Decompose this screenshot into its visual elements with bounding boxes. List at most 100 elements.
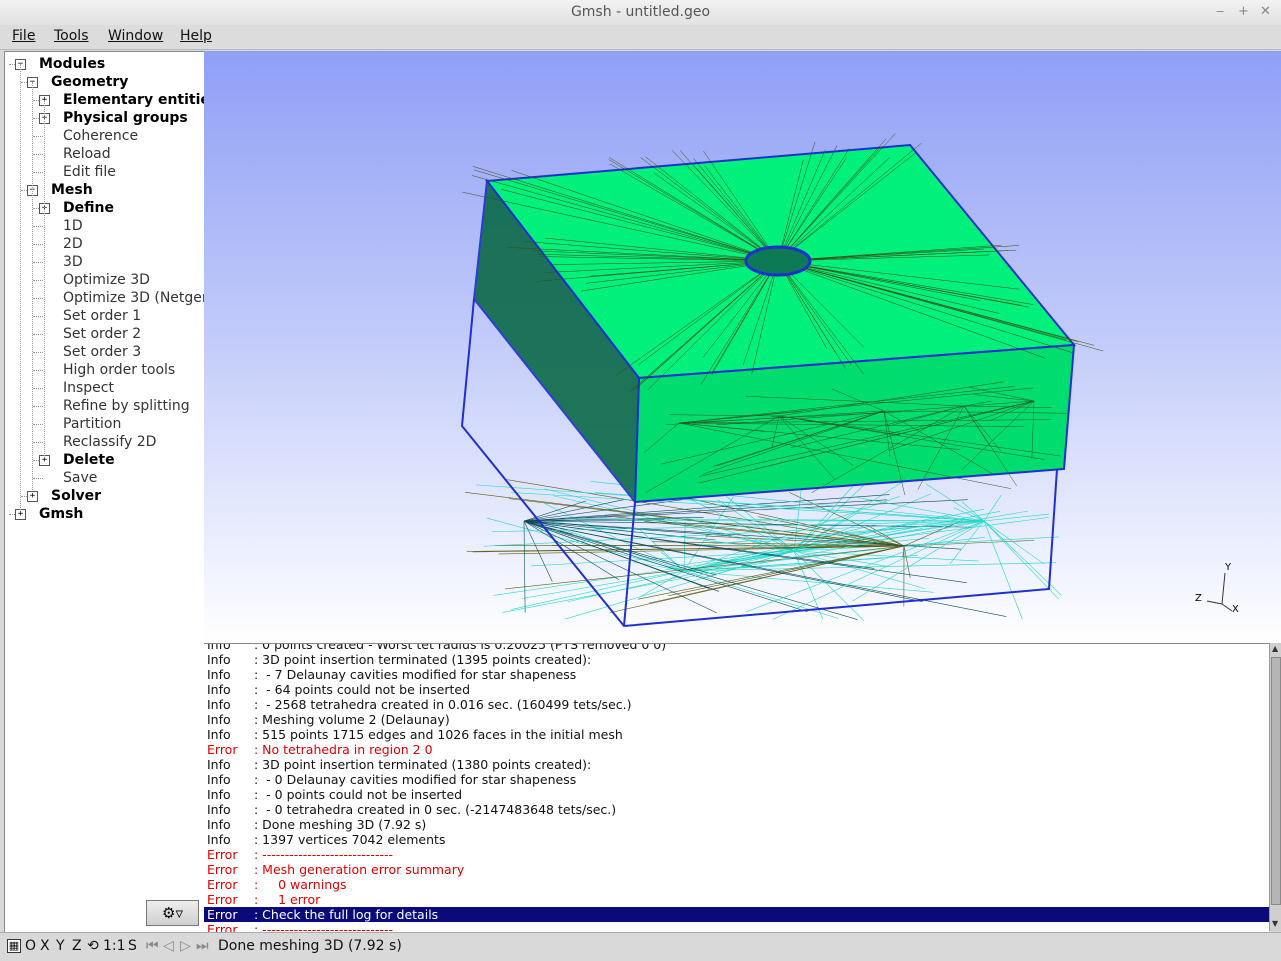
tree-item[interactable]: Refine by splitting [63, 397, 190, 415]
lower-mesh-line [524, 500, 968, 521]
log-line[interactable]: Info: Done meshing 3D (7.92 s) [204, 817, 1269, 832]
tree-item[interactable]: Set order 2 [63, 325, 141, 343]
log-type: Info [207, 802, 254, 817]
log-type: Info [207, 727, 254, 742]
view-y-button[interactable]: Y [56, 938, 65, 954]
log-type: Info [207, 643, 254, 652]
view-o-button[interactable]: O [25, 938, 36, 954]
menu-window[interactable]: Window [108, 28, 163, 44]
graphics-viewport[interactable]: Y Z X [204, 51, 1281, 643]
lower-mesh-line [794, 551, 925, 589]
tree-item[interactable]: Optimize 3D (Netgen) [63, 289, 205, 307]
tree-item[interactable]: Elementary entities [63, 91, 205, 109]
scroll-up-icon[interactable]: ▲ [1272, 644, 1278, 653]
tree-item[interactable]: Coherence [63, 127, 138, 145]
tree-item[interactable]: Delete [63, 451, 115, 469]
log-line[interactable]: Error: ----------------------------- [204, 922, 1269, 932]
view-z-button[interactable]: Z [72, 938, 82, 954]
log-line[interactable]: Info: 3D point insertion terminated (139… [204, 652, 1269, 667]
close-button[interactable]: ✕ [1260, 4, 1271, 19]
log-line[interactable]: Info: 515 points 1715 edges and 1026 fac… [204, 727, 1269, 742]
tree-item[interactable]: Optimize 3D [63, 271, 150, 289]
tree-connector [33, 334, 43, 335]
module-tree: −Modules−Geometry+Elementary entities+Ph… [4, 51, 205, 933]
tree-item[interactable]: 2D [63, 235, 83, 253]
message-log[interactable]: Info: 0 points created - Worst tet radiu… [204, 643, 1269, 932]
tree-item[interactable]: Define [63, 199, 114, 217]
tree-item[interactable]: Mesh [51, 181, 93, 199]
tree-item[interactable]: Geometry [51, 73, 128, 91]
log-line[interactable]: Info: 1397 vertices 7042 elements [204, 832, 1269, 847]
log-line[interactable]: Error: No tetrahedra in region 2 0 [204, 742, 1269, 757]
log-line[interactable]: Info: - 2568 tetrahedra created in 0.016… [204, 697, 1269, 712]
settings-button[interactable]: ⚙▿ [146, 900, 199, 926]
log-line[interactable]: Info: - 0 tetrahedra created in 0 sec. (… [204, 802, 1269, 817]
log-line[interactable]: Error: ----------------------------- [204, 847, 1269, 862]
menu-help[interactable]: Help [180, 28, 212, 44]
center-hole [746, 247, 810, 275]
tree-item[interactable]: Save [63, 469, 97, 487]
scroll-thumb[interactable] [1271, 657, 1281, 905]
tree-item[interactable]: High order tools [63, 361, 175, 379]
log-line[interactable]: Error: Mesh generation error summary [204, 862, 1269, 877]
status-box-icon[interactable]: ▦ [7, 939, 21, 953]
lower-mesh-line [857, 498, 984, 521]
tree-item[interactable]: Gmsh [39, 505, 83, 523]
log-line[interactable]: Error: 0 warnings [204, 877, 1269, 892]
log-type: Error [207, 877, 254, 892]
expand-icon[interactable]: + [27, 491, 38, 502]
menu-tools[interactable]: Tools [54, 28, 89, 44]
scroll-down-icon[interactable]: ▼ [1272, 919, 1278, 928]
rotate-icon[interactable]: ⟲ [87, 938, 99, 954]
first-icon[interactable]: ⏮ [146, 938, 159, 954]
minimize-button[interactable]: ‒ [1216, 4, 1224, 19]
axes-indicator: Y Z X [1195, 562, 1239, 615]
tree-item[interactable]: 3D [63, 253, 83, 271]
lower-mesh-line [511, 571, 684, 610]
tree-connector [33, 172, 43, 173]
log-line[interactable]: Info: - 0 points could not be inserted [204, 787, 1269, 802]
tree-item[interactable]: Set order 1 [63, 307, 141, 325]
status-message: Done meshing 3D (7.92 s) [218, 938, 402, 954]
mesh-view: Y Z X [204, 51, 1281, 643]
log-line[interactable]: Info: 3D point insertion terminated (138… [204, 757, 1269, 772]
last-icon[interactable]: ⏭ [196, 938, 209, 954]
log-line[interactable]: Error: Check the full log for details [204, 907, 1269, 922]
lower-mesh-line [524, 521, 1006, 617]
log-line[interactable]: Info: Meshing volume 2 (Delaunay) [204, 712, 1269, 727]
tree-item[interactable]: Partition [63, 415, 121, 433]
view-x-button[interactable]: X [40, 938, 50, 954]
tree-item[interactable]: Reclassify 2D [63, 433, 156, 451]
tree-item[interactable]: Reload [63, 145, 111, 163]
log-type: Info [207, 667, 254, 682]
tree-connector [33, 352, 43, 353]
tree-connector [33, 442, 43, 443]
tree-item[interactable]: 1D [63, 217, 83, 235]
tree-item[interactable]: Solver [51, 487, 101, 505]
log-line[interactable]: Info: - 7 Delaunay cavities modified for… [204, 667, 1269, 682]
tree-item[interactable]: Edit file [63, 163, 116, 181]
menu-file[interactable]: File [12, 28, 35, 44]
tree-item[interactable]: Physical groups [63, 109, 188, 127]
log-scrollbar[interactable]: ▲ ▼ [1269, 643, 1281, 931]
log-line[interactable]: Info: - 64 points could not be inserted [204, 682, 1269, 697]
snapshot-s-button[interactable]: S [128, 938, 137, 954]
maximize-button[interactable]: + [1238, 4, 1249, 19]
prev-icon[interactable]: ◁ [163, 938, 174, 954]
log-line[interactable]: Info: 0 points created - Worst tet radiu… [204, 643, 1269, 652]
log-line[interactable]: Info: - 0 Delaunay cavities modified for… [204, 772, 1269, 787]
tree-item[interactable]: Set order 3 [63, 343, 141, 361]
tree-item[interactable]: Inspect [63, 379, 114, 397]
scale-1-1-button[interactable]: 1:1 [103, 938, 126, 954]
log-message: : 515 points 1715 edges and 1026 faces i… [254, 727, 623, 742]
play-icon[interactable]: ▷ [180, 938, 191, 954]
log-type: Error [207, 907, 254, 922]
lower-mesh-line [524, 495, 889, 521]
menu-bar: File Tools Window Help [0, 25, 1281, 50]
log-line[interactable]: Error: 1 error [204, 892, 1269, 907]
log-message: : Meshing volume 2 (Delaunay) [254, 712, 450, 727]
tree-connector [33, 424, 43, 425]
expand-icon[interactable]: + [15, 509, 26, 520]
tree-item[interactable]: Modules [39, 55, 105, 73]
log-message: : 3D point insertion terminated (1395 po… [254, 652, 591, 667]
